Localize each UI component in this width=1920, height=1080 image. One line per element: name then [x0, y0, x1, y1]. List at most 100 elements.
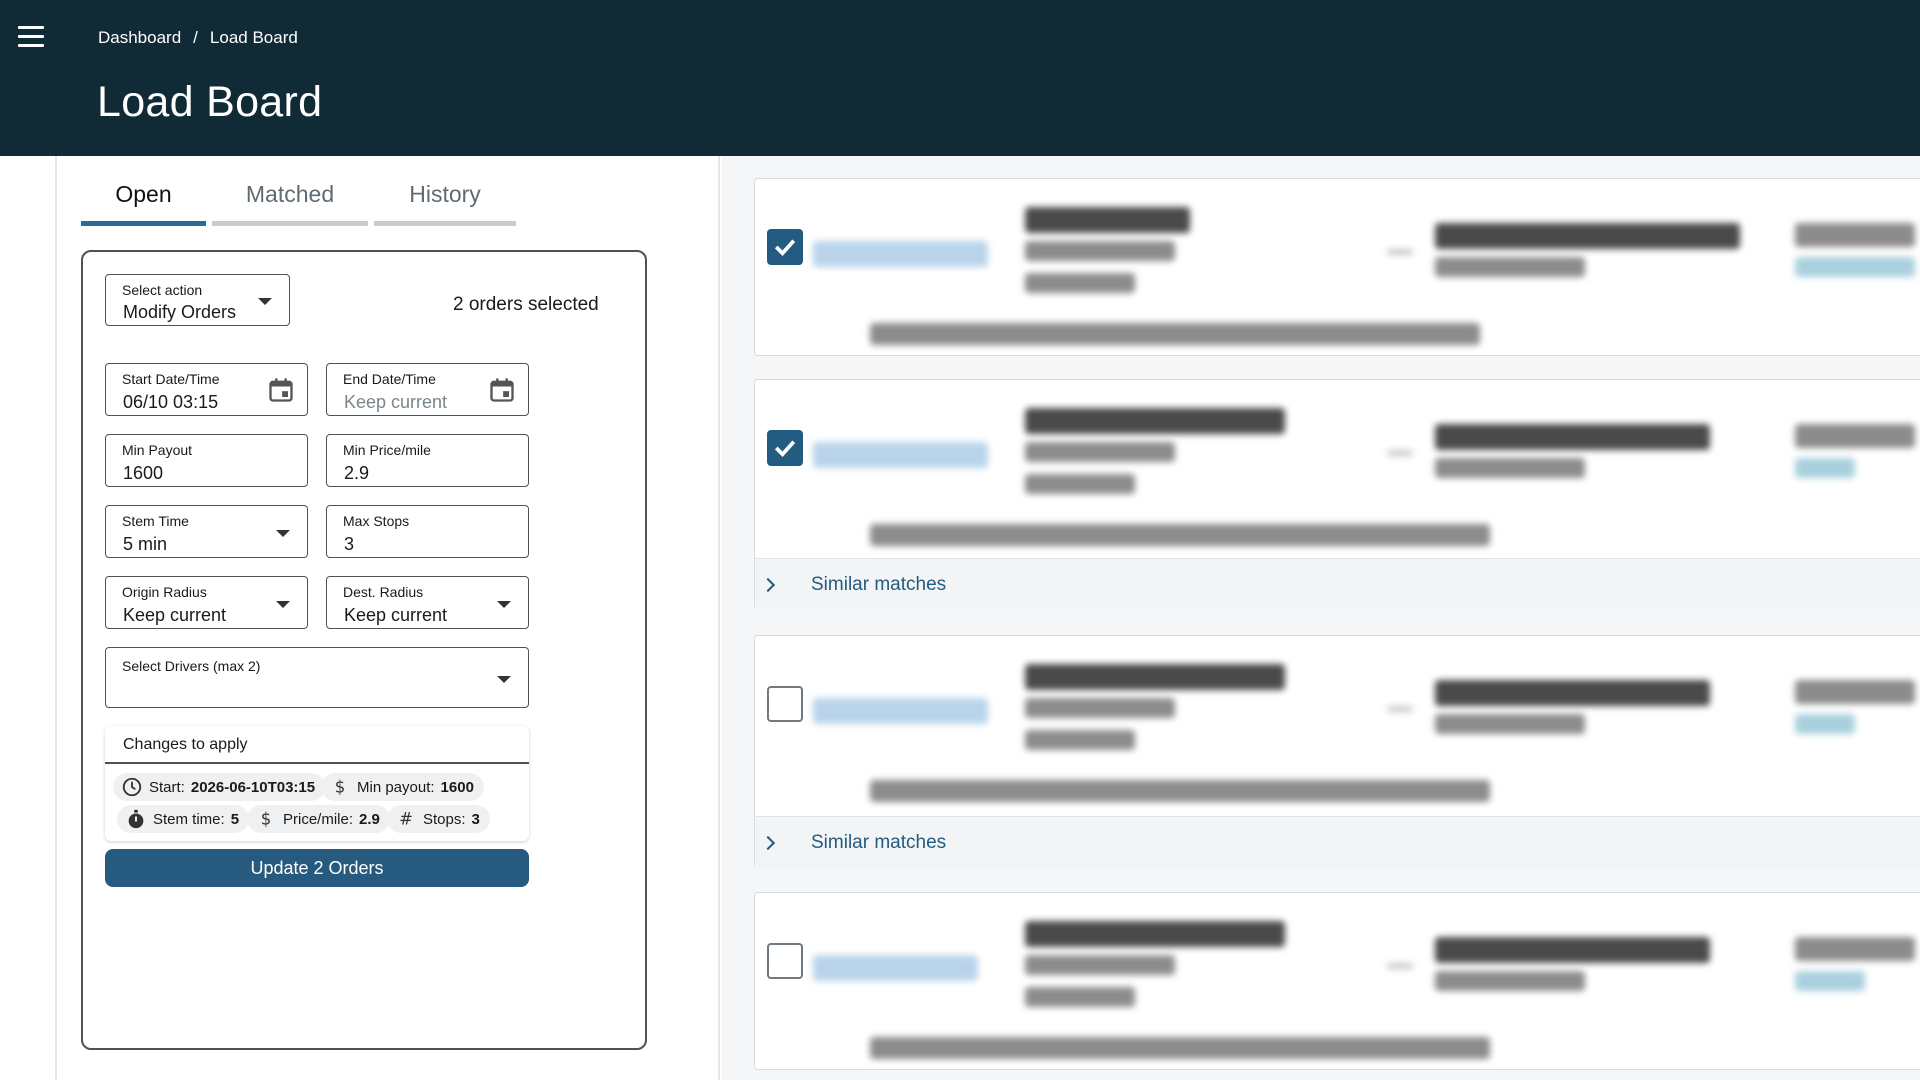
start-date-field[interactable]: Start Date/Time 06/10 03:15 [105, 363, 308, 416]
order-checkbox[interactable] [767, 943, 803, 979]
stem-time-value: 5 min [123, 534, 168, 554]
chip-start: Start: 2026-06-10T03:15 [113, 773, 326, 801]
order-id-link[interactable] [813, 442, 988, 468]
order-details [870, 524, 1490, 546]
chip-min-payout: $ Min payout: 1600 [321, 773, 484, 801]
origin-time [1025, 474, 1135, 494]
stem-time-label: Stem Time [122, 513, 189, 529]
orders-selected-count: 2 orders selected [453, 294, 599, 315]
app-header: Dashboard / Load Board Load Board [0, 0, 1920, 156]
origin-date [1025, 955, 1175, 975]
order-meta [1795, 937, 1915, 961]
tab-matched[interactable]: Matched [212, 168, 368, 226]
clock-icon [122, 777, 142, 797]
tab-open[interactable]: Open [81, 168, 206, 226]
chip-start-value: 2026-06-10T03:15 [190, 778, 316, 796]
order-checkbox[interactable] [767, 430, 803, 466]
arrow-icon [1387, 450, 1413, 456]
origin-time [1025, 273, 1135, 293]
min-payout-field[interactable]: Min Payout 1600 [105, 434, 308, 487]
breadcrumb-dashboard[interactable]: Dashboard [98, 28, 181, 48]
checkmark-icon [774, 239, 796, 256]
hamburger-menu-icon[interactable] [18, 26, 44, 48]
order-meta-link [1795, 714, 1855, 734]
chip-stops-label: Stops: [423, 810, 466, 828]
order-meta-link [1795, 257, 1915, 277]
origin-time [1025, 730, 1135, 750]
order-id-link[interactable] [813, 241, 988, 267]
min-payout-label: Min Payout [122, 442, 193, 458]
order-meta-link [1795, 458, 1855, 478]
dollar-icon: $ [335, 778, 346, 797]
stem-time-dropdown[interactable]: Stem Time 5 min [105, 505, 308, 558]
similar-matches-toggle[interactable]: Similar matches [755, 558, 1920, 610]
calendar-icon[interactable] [267, 376, 295, 404]
origin-info [1025, 207, 1190, 233]
chip-stem-time: Stem time: 5 [117, 805, 250, 833]
breadcrumb-separator: / [193, 28, 198, 47]
checkmark-icon [774, 440, 796, 457]
select-action-label: Select action [122, 282, 203, 298]
max-stops-field[interactable]: Max Stops 3 [326, 505, 529, 558]
origin-date [1025, 698, 1175, 718]
chevron-down-icon [276, 601, 290, 608]
svg-text:$: $ [261, 810, 272, 829]
tab-bar: Open Matched History [81, 168, 516, 226]
stopwatch-icon [128, 809, 144, 829]
order-checkbox[interactable] [767, 686, 803, 722]
similar-matches-toggle[interactable]: Similar matches [755, 816, 1920, 868]
order-card[interactable]: Similar matches [754, 635, 1920, 868]
destination-info [1435, 223, 1740, 249]
destination-date [1435, 257, 1585, 277]
breadcrumb-load-board[interactable]: Load Board [210, 28, 298, 48]
origin-radius-dropdown[interactable]: Origin Radius Keep current [105, 576, 308, 629]
chevron-right-icon [760, 835, 776, 850]
destination-date [1435, 971, 1585, 991]
order-id-link[interactable] [813, 955, 978, 981]
chip-stem-time-value: 5 [230, 810, 240, 828]
hash-icon: # [399, 810, 413, 829]
svg-text:#: # [399, 810, 413, 829]
dest-radius-label: Dest. Radius [343, 584, 424, 600]
order-card[interactable] [754, 892, 1920, 1070]
similar-matches-label: Similar matches [811, 831, 947, 853]
modify-orders-form: Select action Modify Orders 2 orders sel… [81, 250, 647, 1050]
origin-info [1025, 921, 1285, 947]
chevron-down-icon [276, 530, 290, 537]
filter-panel: Open Matched History Select action Modif… [55, 156, 720, 1080]
dest-radius-dropdown[interactable]: Dest. Radius Keep current [326, 576, 529, 629]
order-meta [1795, 424, 1915, 448]
origin-time [1025, 987, 1135, 1007]
order-card[interactable]: Similar matches [754, 379, 1920, 610]
order-card[interactable] [754, 178, 1920, 356]
end-date-label: End Date/Time [343, 371, 436, 387]
dest-radius-value: Keep current [344, 605, 448, 625]
order-details [870, 780, 1490, 802]
update-orders-button[interactable]: Update 2 Orders [105, 849, 529, 887]
select-drivers-dropdown[interactable]: Select Drivers (max 2) [105, 647, 529, 708]
order-checkbox[interactable] [767, 229, 803, 265]
dollar-icon: $ [261, 810, 272, 829]
arrow-icon [1387, 249, 1413, 255]
calendar-icon[interactable] [488, 376, 516, 404]
chevron-down-icon [497, 601, 511, 608]
destination-info [1435, 937, 1710, 963]
order-id-link[interactable] [813, 698, 988, 724]
chevron-down-icon [497, 676, 511, 683]
order-meta [1795, 223, 1915, 247]
destination-date [1435, 714, 1585, 734]
page-title: Load Board [97, 78, 323, 126]
changes-title: Changes to apply [123, 736, 248, 753]
min-price-mile-field[interactable]: Min Price/mile 2.9 [326, 434, 529, 487]
breadcrumb: Dashboard / Load Board [98, 28, 298, 48]
select-action-dropdown[interactable]: Select action Modify Orders [105, 274, 290, 326]
chip-price-mile-label: Price/mile: [283, 810, 354, 828]
destination-info [1435, 424, 1710, 450]
origin-date [1025, 241, 1175, 261]
tab-history[interactable]: History [374, 168, 516, 226]
changes-divider [105, 762, 529, 764]
max-stops-value: 3 [344, 534, 355, 554]
origin-radius-label: Origin Radius [122, 584, 207, 600]
chip-price-mile-value: 2.9 [359, 810, 380, 828]
end-date-field[interactable]: End Date/Time Keep current [326, 363, 529, 416]
